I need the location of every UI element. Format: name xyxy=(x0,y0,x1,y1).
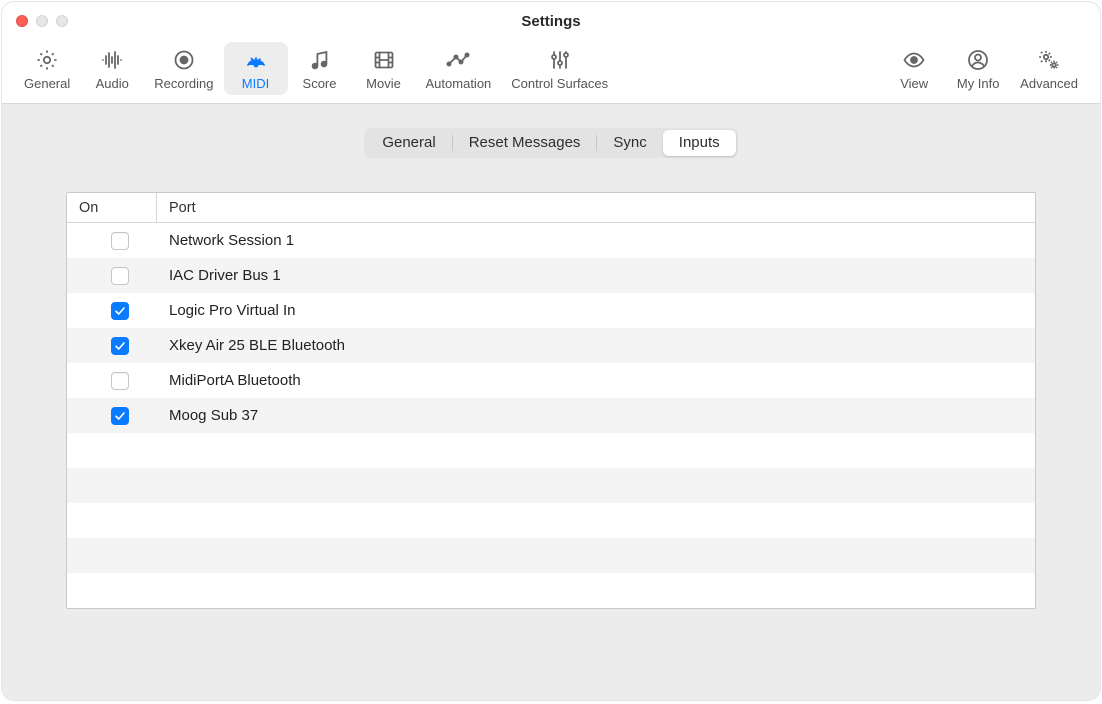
toolbar-midi[interactable]: MIDI xyxy=(224,42,288,95)
midi-subtabs: GeneralReset MessagesSyncInputs xyxy=(364,128,737,158)
notes-icon xyxy=(305,48,335,72)
waveform-icon xyxy=(97,48,127,72)
toolbar-recording[interactable]: Recording xyxy=(144,42,223,95)
table-row[interactable]: Moog Sub 37 xyxy=(67,398,1035,433)
toolbar-advanced[interactable]: Advanced xyxy=(1010,42,1088,95)
toolbar-label: MIDI xyxy=(242,76,269,91)
checkbox[interactable] xyxy=(111,232,129,250)
close-button[interactable] xyxy=(16,15,28,27)
sliders-icon xyxy=(545,48,575,72)
table-row[interactable]: Xkey Air 25 BLE Bluetooth xyxy=(67,328,1035,363)
toolbar-ctrlsurf[interactable]: Control Surfaces xyxy=(501,42,618,95)
toolbar-myinfo[interactable]: My Info xyxy=(946,42,1010,95)
checkbox[interactable] xyxy=(111,407,129,425)
preferences-toolbar: General Audio Recording MIDI Score Movie Autom… xyxy=(2,40,1100,104)
toolbar-label: Control Surfaces xyxy=(511,76,608,91)
checkbox[interactable] xyxy=(111,337,129,355)
cell-on xyxy=(67,407,157,425)
inputs-table: On Port Network Session 1 IAC Driver Bus … xyxy=(66,192,1036,609)
toolbar-label: Advanced xyxy=(1020,76,1078,91)
subtab-general[interactable]: General xyxy=(366,130,451,156)
cell-on xyxy=(67,337,157,355)
table-row-empty xyxy=(67,538,1035,573)
toolbar-label: General xyxy=(24,76,70,91)
table-body: Network Session 1 IAC Driver Bus 1 Logic P… xyxy=(67,223,1035,608)
automation-icon xyxy=(443,48,473,72)
toolbar-automation[interactable]: Automation xyxy=(416,42,502,95)
window-title: Settings xyxy=(2,13,1100,30)
checkbox[interactable] xyxy=(111,372,129,390)
settings-window: Settings General Audio Recording MIDI Score M… xyxy=(2,2,1100,700)
toolbar-label: Audio xyxy=(96,76,129,91)
cell-on xyxy=(67,267,157,285)
table-row-empty xyxy=(67,433,1035,468)
cell-port: MidiPortA Bluetooth xyxy=(157,372,1035,389)
toolbar-movie[interactable]: Movie xyxy=(352,42,416,95)
table-row[interactable]: IAC Driver Bus 1 xyxy=(67,258,1035,293)
toolbar-label: Movie xyxy=(366,76,401,91)
subtab-sync[interactable]: Sync xyxy=(597,130,662,156)
checkbox[interactable] xyxy=(111,302,129,320)
subtab-inputs[interactable]: Inputs xyxy=(663,130,736,156)
minimize-button[interactable] xyxy=(36,15,48,27)
user-icon xyxy=(963,48,993,72)
eye-icon xyxy=(899,48,929,72)
inputs-panel: On Port Network Session 1 IAC Driver Bus … xyxy=(34,172,1068,633)
toolbar-label: Recording xyxy=(154,76,213,91)
window-controls xyxy=(16,15,68,27)
gears-icon xyxy=(1034,48,1064,72)
table-row[interactable]: MidiPortA Bluetooth xyxy=(67,363,1035,398)
table-header: On Port xyxy=(67,193,1035,223)
content-area: GeneralReset MessagesSyncInputs On Port … xyxy=(2,104,1100,700)
toolbar-label: View xyxy=(900,76,928,91)
subtab-reset-messages[interactable]: Reset Messages xyxy=(453,130,597,156)
gear-icon xyxy=(32,48,62,72)
cell-port: IAC Driver Bus 1 xyxy=(157,267,1035,284)
table-row[interactable]: Network Session 1 xyxy=(67,223,1035,258)
film-icon xyxy=(369,48,399,72)
table-row[interactable]: Logic Pro Virtual In xyxy=(67,293,1035,328)
toolbar-view[interactable]: View xyxy=(882,42,946,95)
toolbar-label: My Info xyxy=(957,76,1000,91)
cell-port: Xkey Air 25 BLE Bluetooth xyxy=(157,337,1035,354)
cell-on xyxy=(67,372,157,390)
toolbar-general[interactable]: General xyxy=(14,42,80,95)
toolbar-score[interactable]: Score xyxy=(288,42,352,95)
record-icon xyxy=(169,48,199,72)
table-row-empty xyxy=(67,573,1035,608)
table-row-empty xyxy=(67,468,1035,503)
table-row-empty xyxy=(67,503,1035,538)
column-header-on[interactable]: On xyxy=(67,193,157,222)
cell-on xyxy=(67,232,157,250)
cell-port: Logic Pro Virtual In xyxy=(157,302,1035,319)
toolbar-label: Score xyxy=(303,76,337,91)
toolbar-audio[interactable]: Audio xyxy=(80,42,144,95)
toolbar-label: Automation xyxy=(426,76,492,91)
cell-on xyxy=(67,302,157,320)
cell-port: Network Session 1 xyxy=(157,232,1035,249)
zoom-button[interactable] xyxy=(56,15,68,27)
titlebar: Settings xyxy=(2,2,1100,40)
cell-port: Moog Sub 37 xyxy=(157,407,1035,424)
checkbox[interactable] xyxy=(111,267,129,285)
gauge-icon xyxy=(241,48,271,72)
column-header-port[interactable]: Port xyxy=(157,200,1035,216)
